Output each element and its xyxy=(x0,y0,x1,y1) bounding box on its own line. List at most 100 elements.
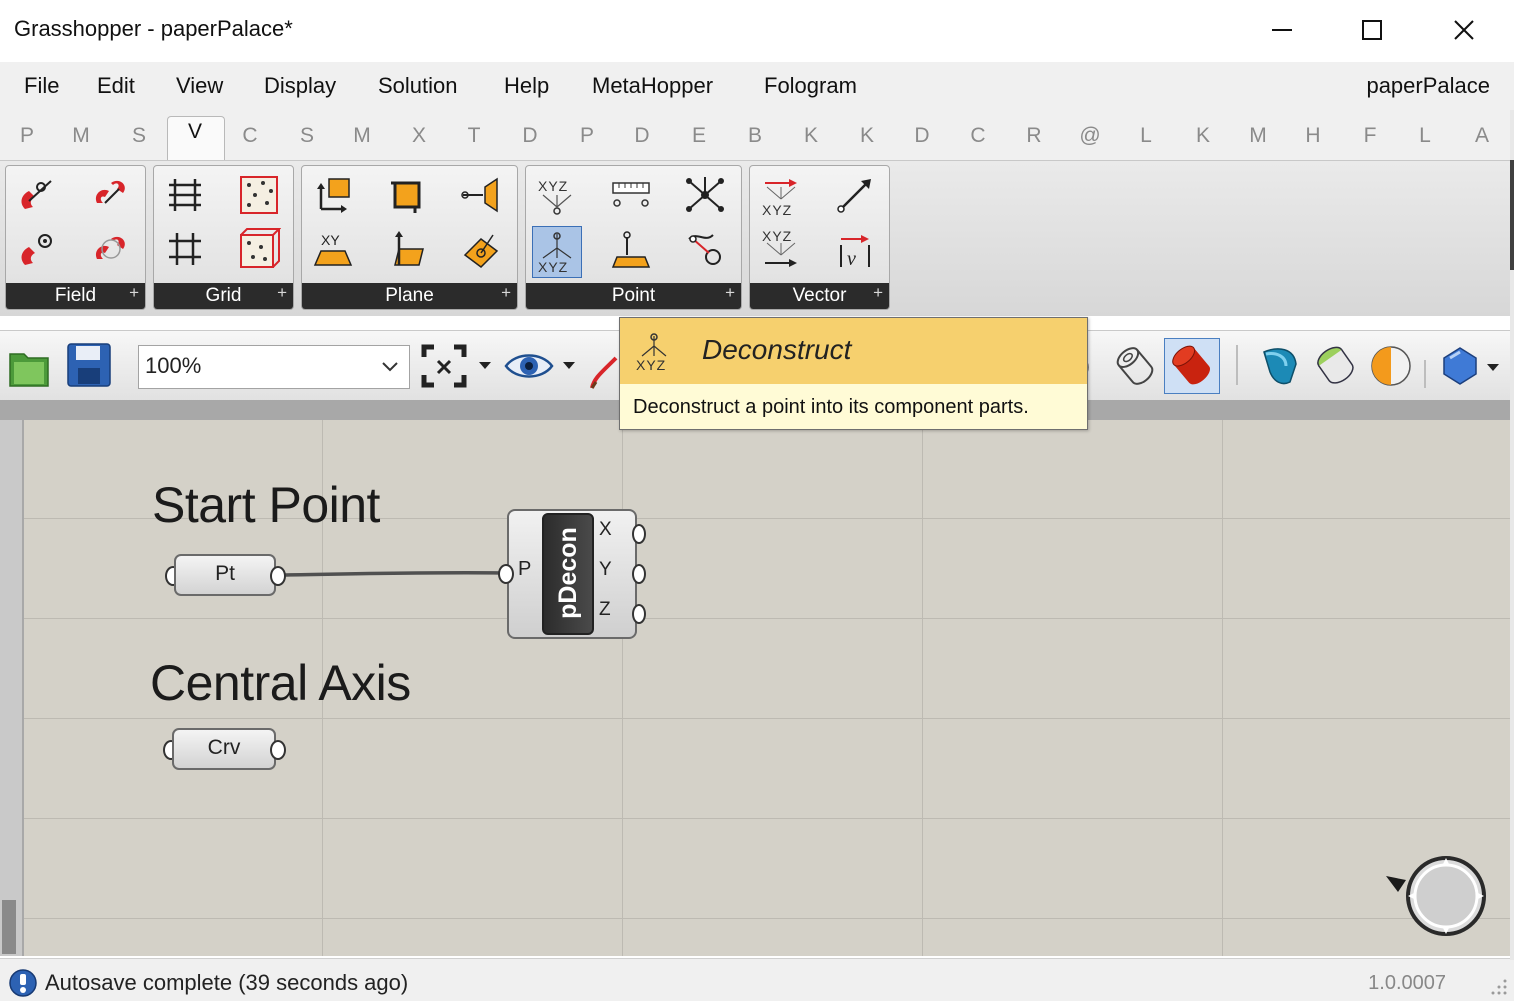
pull-point-icon[interactable] xyxy=(682,226,728,272)
ribbon-tab[interactable]: D xyxy=(627,124,657,148)
ribbon-tab[interactable]: L xyxy=(1410,124,1440,148)
ribbon-tab[interactable]: P xyxy=(12,124,42,148)
ribbon-tab[interactable]: L xyxy=(1131,124,1161,148)
ribbon-group-label[interactable]: Plane + xyxy=(302,283,517,309)
ribbon-group-label[interactable]: Point + xyxy=(526,283,741,309)
ribbon-tab[interactable]: X xyxy=(404,124,434,148)
menu-display[interactable]: Display xyxy=(264,73,336,99)
resize-grip-icon[interactable] xyxy=(1490,978,1508,1001)
ribbon-tab[interactable]: M xyxy=(66,124,96,148)
menu-fologram[interactable]: Fologram xyxy=(764,73,857,99)
dropdown-arrow-icon[interactable] xyxy=(562,358,576,377)
menu-help[interactable]: Help xyxy=(504,73,549,99)
vector-xyz-icon[interactable]: XYZ xyxy=(758,172,804,218)
closest-point-icon[interactable] xyxy=(682,172,728,218)
ribbon-group-label[interactable]: Grid + xyxy=(154,283,293,309)
ribbon-tab[interactable]: C xyxy=(963,124,993,148)
ribbon-tab[interactable]: D xyxy=(907,124,937,148)
rectangular-grid-icon[interactable] xyxy=(162,172,208,218)
ribbon-tab[interactable]: E xyxy=(684,124,714,148)
chevron-down-icon[interactable] xyxy=(380,356,400,381)
wireframe-preview-icon[interactable] xyxy=(1112,343,1158,394)
ribbon-tab[interactable]: K xyxy=(796,124,826,148)
line-charge-icon[interactable] xyxy=(14,172,60,218)
construct-plane-icon[interactable] xyxy=(310,172,356,218)
vertical-scrollbar[interactable] xyxy=(2,900,16,954)
ribbon-tab[interactable]: T xyxy=(459,124,489,148)
maximize-button[interactable] xyxy=(1344,8,1400,52)
ribbon-tab[interactable]: S xyxy=(292,124,322,148)
param-output-grip[interactable] xyxy=(270,740,286,760)
ribbon-tab[interactable]: @ xyxy=(1075,124,1105,148)
menu-metahopper[interactable]: MetaHopper xyxy=(592,73,713,99)
ribbon-tab[interactable]: F xyxy=(1355,124,1385,148)
ribbon-tab[interactable]: S xyxy=(124,124,154,148)
component-name: pDecon xyxy=(554,527,582,619)
sketch-blue-icon[interactable] xyxy=(1256,342,1304,395)
dropdown-arrow-icon[interactable] xyxy=(478,358,492,377)
vector-length-icon[interactable]: v xyxy=(832,226,878,272)
info-icon[interactable] xyxy=(8,968,38,1003)
align-plane-icon[interactable] xyxy=(384,226,430,272)
distance-icon[interactable] xyxy=(608,172,654,218)
point-parameter[interactable]: Pt xyxy=(174,554,276,596)
menu-solution[interactable]: Solution xyxy=(378,73,458,99)
ribbon-tab[interactable]: R xyxy=(1019,124,1049,148)
preview-shape-icon[interactable] xyxy=(1438,344,1482,393)
save-file-icon[interactable] xyxy=(66,342,112,393)
tooltip-header xyxy=(620,318,1087,384)
tooltip-title: Deconstruct xyxy=(702,334,852,365)
ribbon-tab[interactable]: M xyxy=(347,124,377,148)
ribbon-group-label[interactable]: Field + xyxy=(6,283,145,309)
ribbon-tab[interactable]: A xyxy=(1467,124,1497,148)
material-sphere-icon[interactable] xyxy=(1368,343,1414,394)
ribbon-tab[interactable]: P xyxy=(572,124,602,148)
menu-file[interactable]: File xyxy=(24,73,59,99)
ribbon-tab[interactable]: C xyxy=(235,124,265,148)
ribbon-tab[interactable]: M xyxy=(1243,124,1273,148)
output-grip-y[interactable] xyxy=(632,564,646,584)
output-grip-x[interactable] xyxy=(632,524,646,544)
curve-parameter[interactable]: Crv xyxy=(172,728,276,770)
xy-plane-icon[interactable]: XY xyxy=(310,226,356,272)
close-button[interactable] xyxy=(1436,8,1492,52)
ribbon-scroll-thumb[interactable] xyxy=(1510,160,1514,270)
project-point-icon[interactable] xyxy=(608,226,654,272)
canvas-left-strip xyxy=(0,420,22,956)
plane-offset-icon[interactable] xyxy=(458,172,504,218)
component-input-grip[interactable] xyxy=(498,564,514,584)
deconstruct-point-icon[interactable]: XYZ xyxy=(532,226,582,278)
mesh-settings-icon[interactable] xyxy=(1312,342,1360,395)
sketch-pen-icon[interactable] xyxy=(588,348,620,395)
ribbon-tab[interactable]: H xyxy=(1298,124,1328,148)
shaded-preview-button[interactable] xyxy=(1164,338,1220,394)
ribbon-tab[interactable]: K xyxy=(1188,124,1218,148)
dropdown-arrow-icon[interactable] xyxy=(1486,360,1500,379)
minimize-button[interactable] xyxy=(1254,8,1310,52)
open-file-icon[interactable] xyxy=(8,342,52,393)
param-output-grip[interactable] xyxy=(270,566,286,586)
vector-2pt-icon[interactable] xyxy=(832,172,878,218)
ribbon-tab[interactable]: K xyxy=(852,124,882,148)
connection-wire[interactable] xyxy=(270,560,510,590)
menu-edit[interactable]: Edit xyxy=(97,73,135,99)
rotate-plane-icon[interactable] xyxy=(458,226,504,272)
navigation-compass-icon[interactable] xyxy=(1384,854,1490,940)
ribbon-tab[interactable]: D xyxy=(515,124,545,148)
ribbon-tab[interactable]: V xyxy=(180,120,210,144)
output-grip-z[interactable] xyxy=(632,604,646,624)
menu-view[interactable]: View xyxy=(176,73,223,99)
ribbon-group-label[interactable]: Vector + xyxy=(750,283,889,309)
ribbon-tab[interactable]: B xyxy=(740,124,770,148)
vector-force-icon[interactable] xyxy=(88,226,134,272)
zoom-extents-icon[interactable] xyxy=(420,343,468,394)
deconstruct-vector-icon[interactable]: XYZ xyxy=(758,226,804,272)
populate-2d-icon[interactable] xyxy=(236,172,282,218)
spin-force-icon[interactable] xyxy=(88,172,134,218)
construct-point-icon[interactable]: XYZ xyxy=(534,172,580,218)
preview-eye-icon[interactable] xyxy=(504,344,554,393)
point-charge-icon[interactable] xyxy=(14,226,60,272)
populate-3d-icon[interactable] xyxy=(236,226,282,272)
plane-origin-icon[interactable] xyxy=(384,172,430,218)
square-grid-icon[interactable] xyxy=(162,226,208,272)
